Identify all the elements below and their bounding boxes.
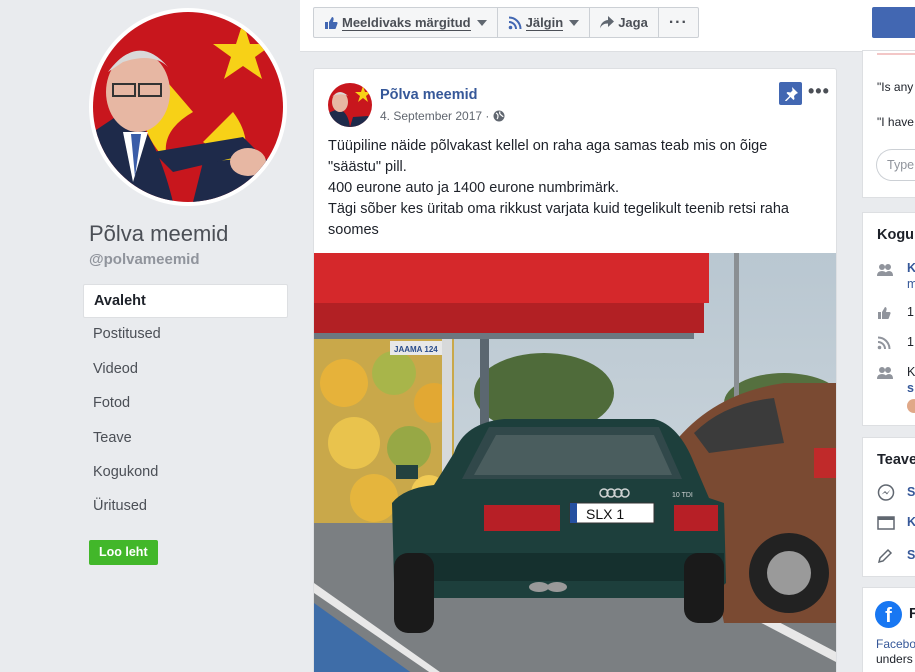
message-input[interactable]: Type: [876, 149, 915, 181]
people-icon: [877, 264, 893, 276]
page-action-bar: Meeldivaks märgitud Jälgin Jaga ···: [313, 7, 699, 38]
more-dots-icon: ···: [668, 13, 688, 31]
share-label: Jaga: [618, 15, 648, 30]
community-title: Kogu: [877, 227, 915, 243]
messenger-icon: [877, 484, 895, 501]
post-meta: 4. September 2017 ·: [380, 109, 505, 123]
post-body: Tüüpiline näide põlvakast kellel on raha…: [328, 136, 828, 241]
station-sign: JAAMA 124: [394, 345, 438, 354]
fb-card-line: unders: [876, 652, 913, 666]
rss-icon: [508, 16, 522, 29]
post-text-line: 400 eurone auto ja 1400 eurone numbrimär…: [328, 180, 619, 196]
nav-item-community[interactable]: Kogukond: [83, 456, 288, 490]
facebook-logo-icon: f: [875, 601, 902, 628]
community-row-link[interactable]: K: [907, 261, 915, 275]
share-arrow-icon: [600, 16, 615, 29]
chevron-down-icon: [476, 19, 487, 26]
post-author-name[interactable]: Põlva meemid: [380, 87, 478, 103]
page-nav: Avaleht Postitused Videod Fotod Teave Ko…: [83, 284, 288, 525]
messages-card: "Is any "I have Type: [862, 50, 915, 198]
post-text-line: Tüüpiline näide põlvakast kellel on raha…: [328, 138, 768, 154]
rss-icon: [877, 336, 891, 350]
license-plate: SLX 1: [586, 506, 624, 522]
nav-item-home[interactable]: Avaleht: [83, 284, 288, 319]
friend-avatar[interactable]: [907, 399, 915, 413]
post-author-avatar[interactable]: [328, 83, 372, 127]
thumbs-up-icon: [325, 16, 338, 29]
community-row-sub[interactable]: m: [907, 277, 915, 291]
post-photo[interactable]: JAAMA 124 SLX 1 10 TDI: [314, 253, 836, 672]
following-button[interactable]: Jälgin: [498, 8, 591, 37]
right-column: "Is any "I have Type Kogu K m 1 1 K s Te…: [848, 50, 915, 672]
post-options-button[interactable]: •••: [808, 81, 830, 102]
nav-item-photos[interactable]: Fotod: [83, 387, 288, 421]
model-badge: 10 TDI: [672, 492, 693, 499]
suggested-question[interactable]: "Is any: [877, 80, 913, 94]
post-text-line: "säästu" pill.: [328, 159, 407, 175]
pinned-post-button[interactable]: [779, 82, 802, 105]
nav-item-events[interactable]: Üritused: [83, 490, 288, 524]
fb-card-line[interactable]: Facebo: [876, 637, 915, 651]
chevron-down-icon: [569, 19, 580, 26]
fb-card-title: F: [909, 606, 915, 622]
nav-item-posts[interactable]: Postitused: [83, 318, 288, 352]
about-title: Teave: [877, 452, 915, 468]
pencil-icon: [877, 548, 893, 564]
follows-count: 1: [907, 335, 914, 349]
nav-item-videos[interactable]: Videod: [83, 353, 288, 387]
share-button[interactable]: Jaga: [590, 8, 659, 37]
about-row-link[interactable]: S: [907, 485, 915, 499]
page-handle[interactable]: @polvameemid: [89, 251, 200, 268]
friends-row-text: K: [907, 365, 915, 379]
about-row-link[interactable]: K: [907, 515, 915, 529]
following-label: Jälgin: [525, 14, 564, 31]
divider: [877, 53, 915, 55]
post-text-line: soomes: [328, 222, 379, 238]
people-icon: [877, 367, 893, 379]
more-options-button[interactable]: ···: [659, 8, 698, 37]
primary-action-button[interactable]: [872, 7, 915, 38]
likes-count: 1: [907, 305, 914, 319]
about-row-link[interactable]: S: [907, 548, 915, 562]
card-icon: [877, 516, 895, 530]
about-card: Teave S K S: [862, 437, 915, 577]
liked-button[interactable]: Meeldivaks märgitud: [314, 8, 498, 37]
liked-label: Meeldivaks märgitud: [342, 14, 471, 31]
friends-row-link[interactable]: s: [907, 381, 914, 395]
thumbs-up-icon: [878, 307, 891, 319]
post-text-line: Tägi sõber kes üritab oma rikkust varjat…: [328, 201, 789, 217]
nav-item-about[interactable]: Teave: [83, 422, 288, 456]
suggested-question[interactable]: "I have: [877, 115, 914, 129]
pin-icon: [784, 86, 798, 101]
facebook-info-card: f F Facebo unders: [862, 587, 915, 672]
globe-icon: [493, 110, 505, 122]
community-card: Kogu K m 1 1 K s: [862, 212, 915, 426]
profile-image: [93, 12, 283, 202]
page-action-area: Meeldivaks märgitud Jälgin Jaga ···: [300, 0, 915, 52]
page-name[interactable]: Põlva meemid: [89, 221, 228, 247]
create-page-button[interactable]: Loo leht: [89, 540, 158, 565]
post-card: Põlva meemid 4. September 2017 · ••• Tüü…: [313, 68, 837, 672]
left-column: Põlva meemid @polvameemid Avaleht Postit…: [0, 0, 300, 672]
post-date[interactable]: 4. September 2017 ·: [380, 109, 489, 123]
page-profile-picture[interactable]: [89, 8, 287, 206]
